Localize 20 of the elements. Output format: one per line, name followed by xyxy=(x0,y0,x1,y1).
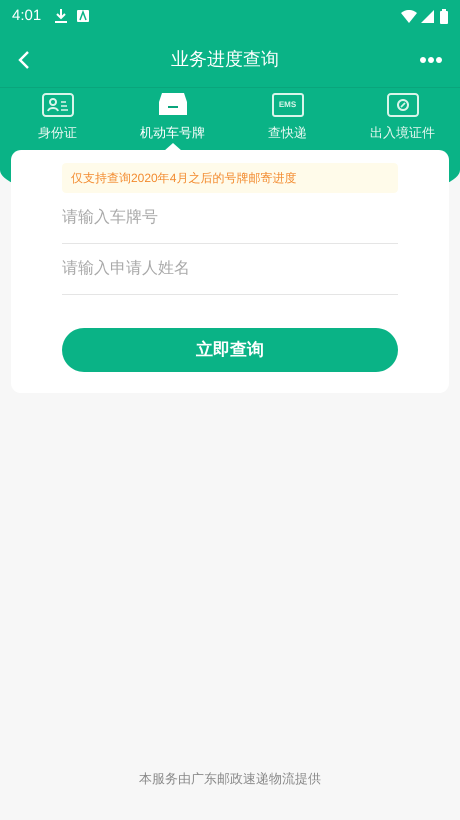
signal-icon xyxy=(421,10,434,22)
notification-icon xyxy=(77,10,90,22)
window-title: 业务进度查询 xyxy=(171,48,279,71)
battery-icon xyxy=(440,8,448,24)
download-icon xyxy=(55,9,68,23)
back-icon[interactable] xyxy=(18,50,30,68)
notice-banner: 仅支持查询2020年4月之后的号牌邮寄进度 xyxy=(62,163,398,193)
ems-icon: EMS xyxy=(272,92,304,116)
category-tab[interactable]: 出入境证件 xyxy=(345,88,460,150)
wifi-icon xyxy=(401,10,417,22)
category-tab[interactable]: 身份证 xyxy=(0,88,115,150)
status-time: 4:01 xyxy=(12,6,42,26)
id-card-icon xyxy=(42,92,74,116)
document-icon xyxy=(386,92,418,116)
footer-text: 本服务由广东邮政速递物流提供 xyxy=(139,770,321,788)
more-icon[interactable] xyxy=(420,56,442,62)
input-field[interactable]: 请输入申请人姓名 xyxy=(62,244,398,295)
category-tab[interactable]: EMS 查快递 xyxy=(230,88,345,150)
submit-button[interactable]: 立即查询 xyxy=(62,328,398,372)
input-field[interactable]: 请输入车牌号 xyxy=(62,193,398,244)
